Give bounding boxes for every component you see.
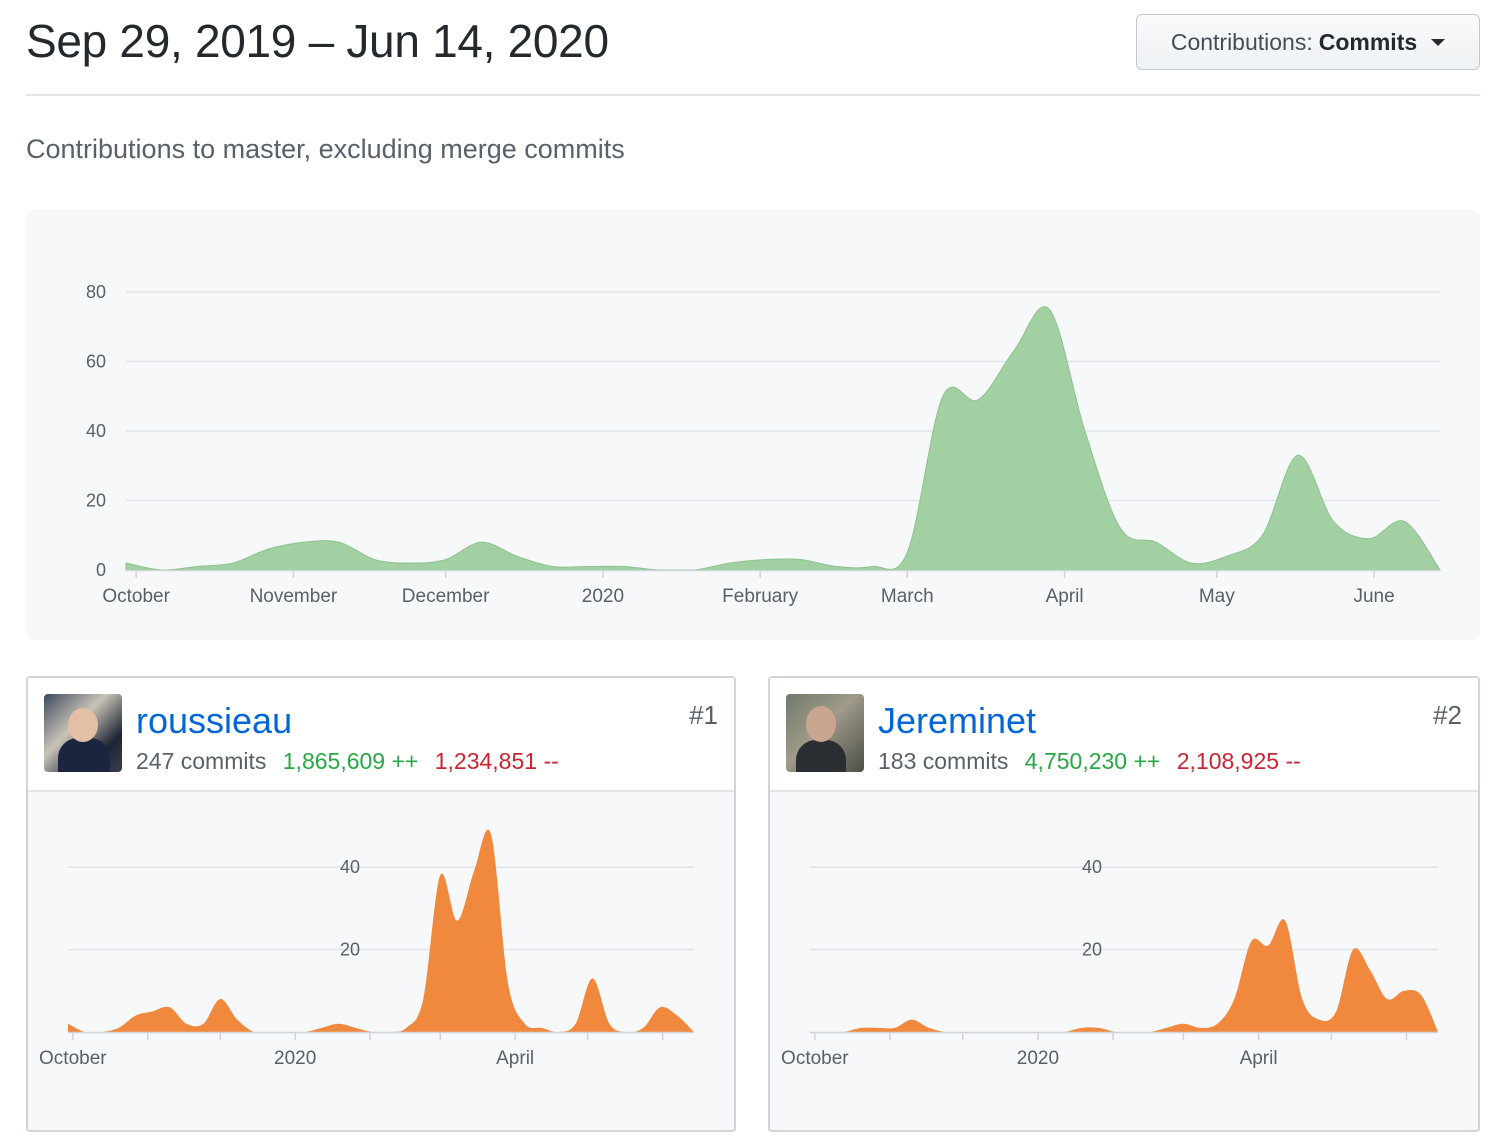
x-tick-label: 2020 [582,586,624,607]
y-tick-label: 60 [86,352,106,372]
avatar[interactable] [786,694,864,772]
y-tick-label: 40 [340,857,360,877]
contributor-rank: #1 [689,700,718,730]
y-tick-label: 80 [86,282,106,302]
commit-count: 247 commits [136,748,267,774]
contributor-card-header: Jereminet 183 commits 4,750,230 ++ 2,108… [770,678,1478,792]
contributor-card-header: roussieau 247 commits 1,865,609 ++ 1,234… [28,678,734,792]
y-tick-label: 0 [96,560,106,580]
deletions-count: 1,234,851 -- [434,748,559,774]
contributor-rank: #2 [1433,700,1462,730]
area-series [125,306,1441,572]
contributions-label: Contributions: [1170,28,1313,55]
x-tick-label: 2020 [1017,1048,1059,1069]
area-series [68,829,694,1033]
header-divider [26,94,1480,96]
y-tick-label: 20 [86,491,106,511]
area-series [810,919,1438,1033]
y-tick-label: 20 [340,940,360,960]
chart-subtitle: Contributions to master, excluding merge… [26,134,625,164]
contributor-card-2: Jereminet 183 commits 4,750,230 ++ 2,108… [768,676,1480,1132]
main-chart-svg: 0 20 40 60 80 October November December 2020 Febr… [86,282,1441,607]
x-tick-label: April [1046,586,1084,607]
x-tick-label: May [1199,586,1235,607]
y-tick-label: 40 [86,421,106,441]
commit-count: 183 commits [878,748,1009,774]
contributor-chart-svg: 20 40 October 2020 April [781,857,1438,1069]
additions-count: 1,865,609 ++ [282,748,419,774]
main-contributions-chart: 0 20 40 60 80 October November December 2020 Febr… [26,210,1480,640]
deletions-count: 2,108,925 -- [1176,748,1301,774]
x-tick-label: June [1353,586,1394,607]
additions-count: 4,750,230 ++ [1024,748,1161,774]
contributions-type-dropdown[interactable]: Contributions: Commits [1136,14,1480,70]
contributor-username-link[interactable]: roussieau [136,700,292,742]
x-tick-label: April [496,1048,534,1069]
contributor-username-link[interactable]: Jereminet [878,700,1036,742]
contributor-stats: 183 commits 4,750,230 ++ 2,108,925 -- [878,748,1301,775]
x-tick-label: December [402,586,490,607]
date-range-title: Sep 29, 2019 – Jun 14, 2020 [26,15,609,67]
x-tick-label: March [881,586,934,607]
x-tick-label: October [781,1048,849,1069]
contributor-chart-svg: 20 40 October 2020 April [39,829,694,1069]
avatar[interactable] [44,694,122,772]
x-tick-label: February [722,586,799,607]
x-tick-label: November [250,586,338,607]
contributor-card-1: roussieau 247 commits 1,865,609 ++ 1,234… [26,676,736,1132]
contributor-stats: 247 commits 1,865,609 ++ 1,234,851 -- [136,748,559,775]
x-tick-label: October [102,586,170,607]
y-tick-label: 20 [1082,940,1102,960]
x-tick-label: October [39,1048,107,1069]
y-tick-label: 40 [1082,857,1102,877]
x-tick-label: April [1240,1048,1278,1069]
caret-down-icon [1431,38,1446,46]
x-tick-label: 2020 [274,1048,316,1069]
contributions-selected-value: Commits [1318,28,1418,55]
